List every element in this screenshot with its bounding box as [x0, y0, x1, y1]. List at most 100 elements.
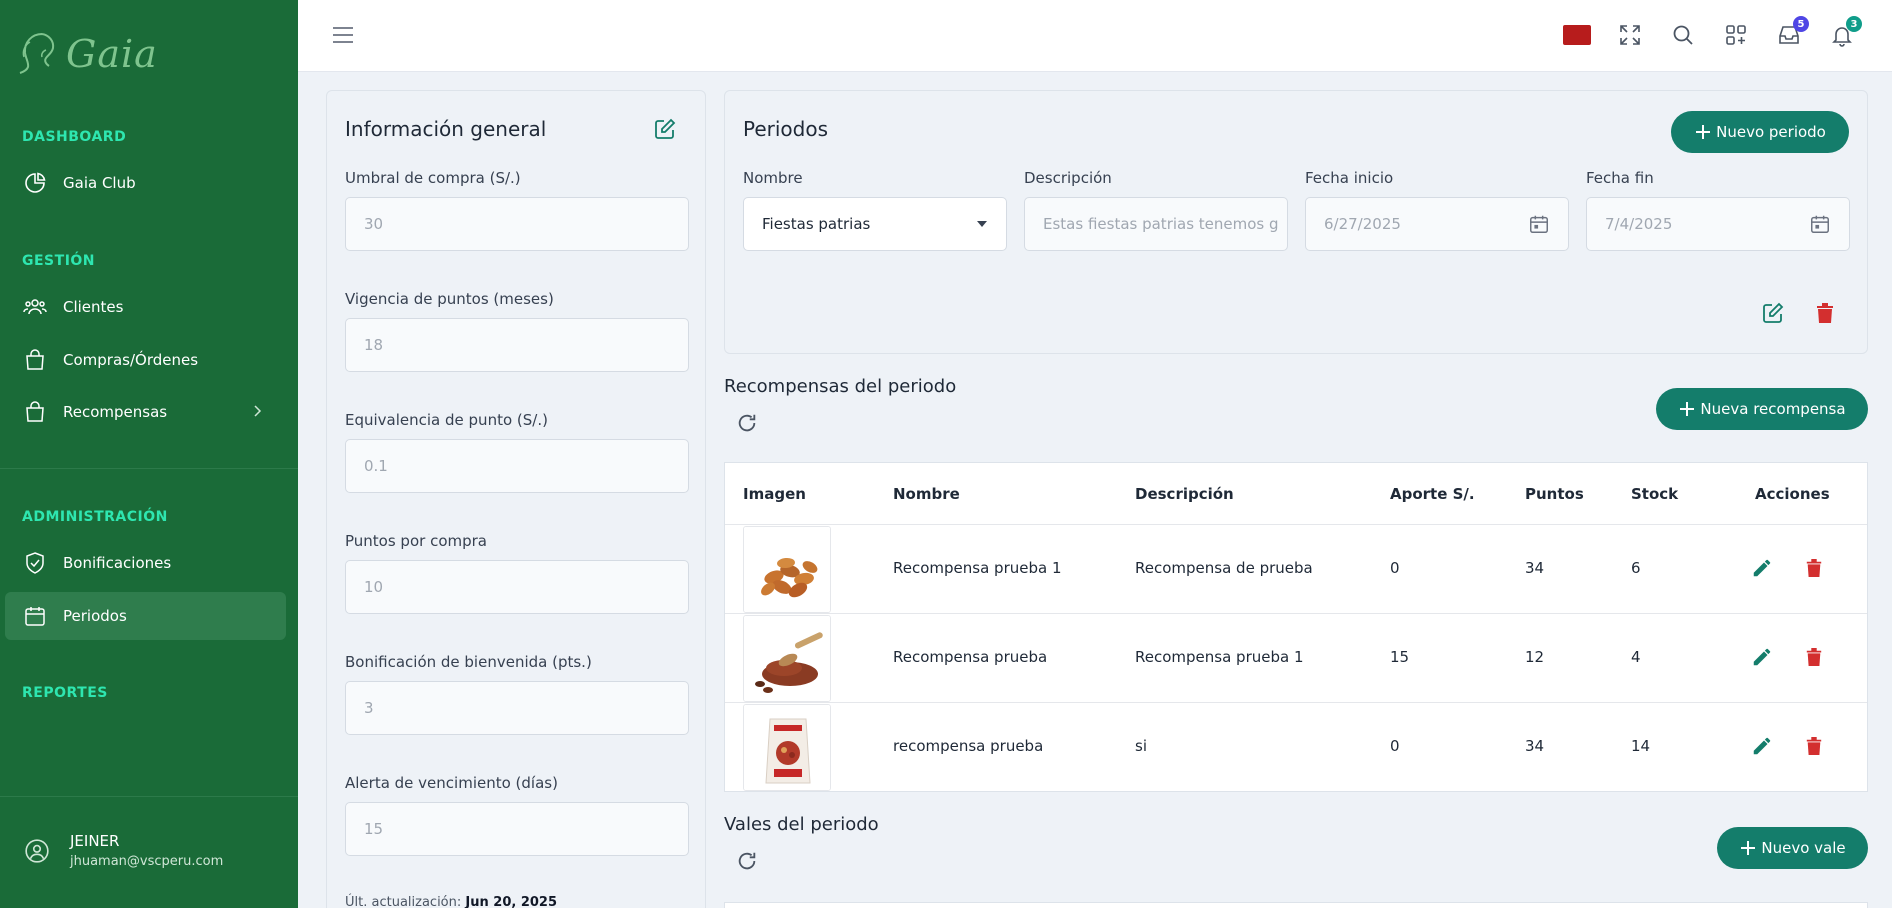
reward-points: 12 — [1525, 648, 1545, 666]
chart-pie-icon — [25, 172, 46, 193]
column-header: Aporte S/. — [1390, 485, 1475, 503]
end-date-input[interactable]: 7/4/2025 — [1586, 197, 1850, 251]
purchase-threshold-input[interactable]: 30 — [345, 197, 689, 251]
inbox-button[interactable]: 5 — [1775, 16, 1809, 50]
shopping-bag-icon — [26, 401, 44, 422]
notifications-button[interactable]: 3 — [1828, 16, 1862, 50]
plus-icon — [1696, 125, 1711, 139]
plus-icon — [1741, 841, 1756, 855]
reward-image-cacao — [743, 615, 831, 702]
woman-profile-logo-icon — [19, 33, 55, 74]
reward-contribution: 0 — [1390, 559, 1400, 577]
edit-reward-button[interactable] — [1751, 735, 1773, 761]
start-date-input[interactable]: 6/27/2025 — [1305, 197, 1569, 251]
delete-reward-button[interactable] — [1805, 557, 1823, 583]
refresh-icon — [738, 852, 756, 870]
last-update: Últ. actualización: Jun 20, 2025 — [345, 895, 557, 908]
general-info-title: Información general — [345, 117, 547, 141]
apps-button[interactable] — [1722, 20, 1750, 50]
brand-logo[interactable]: Gaia — [16, 30, 158, 78]
edit-reward-button[interactable] — [1751, 557, 1773, 583]
field-label: Equivalencia de punto (S/.) — [345, 411, 548, 429]
new-period-button[interactable]: Nuevo periodo — [1671, 111, 1849, 153]
refresh-vouchers-button[interactable] — [736, 850, 758, 876]
field-label: Descripción — [1024, 169, 1112, 187]
sidebar-item-gaia-club[interactable]: Gaia Club — [5, 159, 286, 207]
table-header: Imagen Nombre Descripción Aporte S/. Pun… — [725, 463, 1867, 525]
field-label: Nombre — [743, 169, 803, 187]
sidebar-item-recompensas[interactable]: Recompensas — [5, 388, 286, 436]
points-per-purchase-input[interactable]: 10 — [345, 560, 689, 614]
section-reportes[interactable]: REPORTES — [22, 685, 108, 701]
pencil-icon — [1753, 737, 1771, 755]
refresh-rewards-button[interactable] — [736, 412, 758, 438]
sidebar-item-periodos[interactable]: Periodos — [5, 592, 286, 640]
period-name-select[interactable]: Fiestas patrias — [743, 197, 1007, 251]
delete-reward-button[interactable] — [1805, 735, 1823, 761]
sidebar-item-compras[interactable]: Compras/Órdenes — [5, 336, 286, 384]
chevron-right-icon — [254, 405, 262, 417]
point-equivalence-input[interactable]: 0.1 — [345, 439, 689, 493]
calendar-icon — [25, 607, 45, 626]
sidebar-item-clientes[interactable]: Clientes — [5, 283, 286, 331]
sidebar-divider — [0, 468, 298, 469]
sidebar-divider — [0, 796, 298, 797]
user-name: JEINER — [70, 832, 120, 850]
users-icon — [23, 299, 47, 315]
reward-description: Recompensa de prueba — [1135, 559, 1313, 577]
expiry-alert-input[interactable]: 15 — [345, 802, 689, 856]
reward-points: 34 — [1525, 737, 1545, 755]
start-date-value: 6/27/2025 — [1324, 215, 1401, 233]
calendar-icon[interactable] — [1528, 213, 1550, 235]
field-label: Alerta de vencimiento (días) — [345, 774, 558, 792]
menu-toggle-button[interactable] — [332, 25, 354, 49]
section-administracion: ADMINISTRACIÓN — [22, 509, 168, 525]
shield-check-icon — [26, 552, 44, 574]
points-validity-input[interactable]: 18 — [345, 318, 689, 372]
welcome-bonus-input[interactable]: 3 — [345, 681, 689, 735]
edit-reward-button[interactable] — [1751, 646, 1773, 672]
field-label: Fecha fin — [1586, 169, 1654, 187]
new-voucher-label: Nuevo vale — [1761, 839, 1846, 857]
sidebar-item-label: Recompensas — [63, 403, 168, 421]
reward-stock: 14 — [1631, 737, 1651, 755]
search-button[interactable] — [1669, 20, 1697, 50]
period-description-value: Estas fiestas patrias tenemos g — [1043, 215, 1279, 233]
section-gestion: GESTIÓN — [22, 253, 96, 269]
user-profile[interactable]: JEINER jhuaman@vscperu.com — [24, 832, 223, 869]
table-row: Recompensa prueba 1 Recompensa de prueba… — [725, 525, 1867, 614]
vouchers-title: Vales del periodo — [724, 814, 879, 835]
fullscreen-button[interactable] — [1616, 20, 1644, 50]
edit-period-button[interactable] — [1761, 301, 1785, 329]
general-info-card: Información general Umbral de compra (S/… — [326, 90, 706, 908]
calendar-icon[interactable] — [1809, 213, 1831, 235]
section-dashboard: DASHBOARD — [22, 129, 127, 145]
field-label: Puntos por compra — [345, 532, 487, 550]
almonds-image — [744, 527, 830, 612]
reward-stock: 4 — [1631, 648, 1641, 666]
rewards-table: Imagen Nombre Descripción Aporte S/. Pun… — [724, 462, 1868, 792]
cacao-powder-image — [744, 616, 830, 701]
reward-image-bag — [743, 704, 831, 791]
caret-down-icon — [977, 221, 987, 227]
rewards-title: Recompensas del periodo — [724, 376, 957, 397]
period-description-input[interactable]: Estas fiestas patrias tenemos g — [1024, 197, 1288, 251]
sidebar-item-bonificaciones[interactable]: Bonificaciones — [5, 539, 286, 587]
column-header: Puntos — [1525, 485, 1584, 503]
language-flag-button[interactable] — [1563, 20, 1591, 50]
period-name-value: Fiestas patrias — [762, 215, 871, 233]
table-row: recompensa prueba si 0 34 14 — [725, 703, 1867, 792]
delete-reward-button[interactable] — [1805, 646, 1823, 672]
end-date-value: 7/4/2025 — [1605, 215, 1673, 233]
shopping-bag-icon — [26, 349, 44, 370]
new-reward-button[interactable]: Nueva recompensa — [1656, 388, 1868, 430]
field-label: Umbral de compra (S/.) — [345, 169, 521, 187]
table-row: Recompensa prueba Recompensa prueba 1 15… — [725, 614, 1867, 703]
delete-period-button[interactable] — [1815, 301, 1835, 329]
edit-icon — [655, 118, 676, 139]
new-voucher-button[interactable]: Nuevo vale — [1717, 827, 1868, 869]
fullscreen-icon — [1620, 25, 1640, 45]
sidebar-item-label: Bonificaciones — [63, 554, 172, 572]
edit-info-button[interactable] — [653, 117, 677, 145]
sidebar-item-label: Clientes — [63, 298, 124, 316]
